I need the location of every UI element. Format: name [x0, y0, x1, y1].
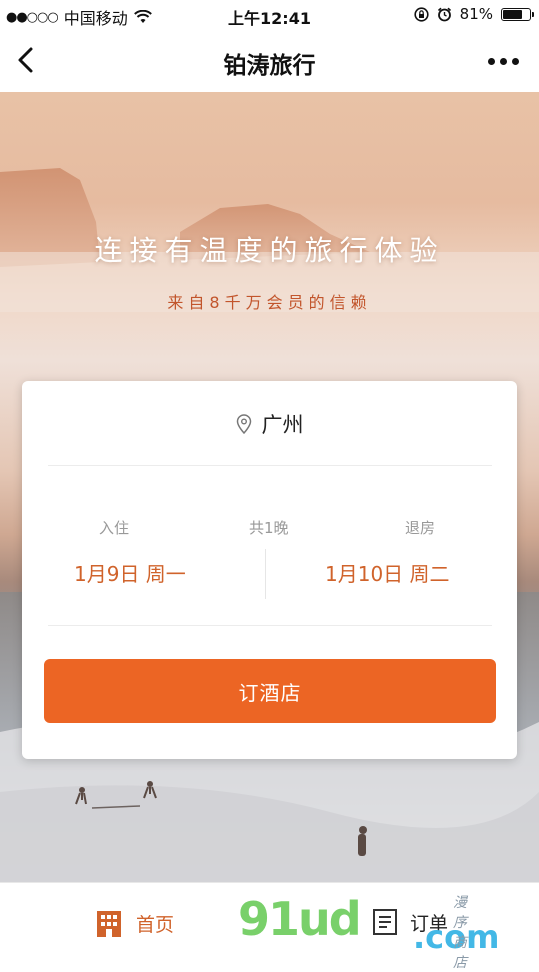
location-pin-icon — [236, 414, 251, 434]
watermark-script: 漫序商店 — [453, 895, 470, 971]
divider — [48, 625, 492, 626]
nights-count: 共1晚 — [249, 519, 289, 537]
more-menu-icon[interactable] — [488, 58, 519, 65]
tab-home[interactable]: 首页 — [96, 909, 174, 937]
nav-bar: 铂涛旅行 — [0, 30, 539, 92]
more-dot — [500, 58, 507, 65]
status-bar: ●●○○○ 中国移动 上午12:41 81% — [0, 0, 539, 30]
battery-icon — [501, 7, 534, 21]
tab-home-label: 首页 — [136, 913, 175, 936]
date-separator — [265, 549, 266, 599]
battery-percent: 81% — [459, 5, 493, 23]
book-hotel-button[interactable]: 订酒店 — [44, 659, 496, 723]
hotel-building-icon — [97, 911, 121, 937]
order-list-icon — [373, 909, 397, 935]
battery-fill — [503, 9, 522, 19]
page-title: 铂涛旅行 — [223, 53, 316, 79]
city-selector[interactable]: 广州 — [22, 409, 517, 439]
more-dot — [512, 58, 519, 65]
booking-card: 广州 入住 共1晚 退房 1月9日 周一 1月10日 周二 订酒店 — [22, 381, 517, 759]
checkin-label: 入住 — [99, 519, 130, 537]
alarm-icon — [437, 7, 451, 21]
checkin-date[interactable]: 1月9日 周一 — [74, 558, 186, 587]
checkout-label: 退房 — [405, 519, 436, 537]
divider — [48, 465, 492, 466]
watermark-main: 91ud — [238, 892, 362, 946]
hero-title: 连接有温度的旅行体验 — [94, 234, 445, 267]
rotation-lock-icon — [414, 6, 429, 22]
checkout-date[interactable]: 1月10日 周二 — [325, 558, 450, 587]
more-dot — [488, 58, 495, 65]
hero-subtitle: 来自8千万会员的信赖 — [167, 293, 372, 312]
status-right: 81% — [414, 5, 534, 23]
city-name: 广州 — [261, 413, 304, 437]
